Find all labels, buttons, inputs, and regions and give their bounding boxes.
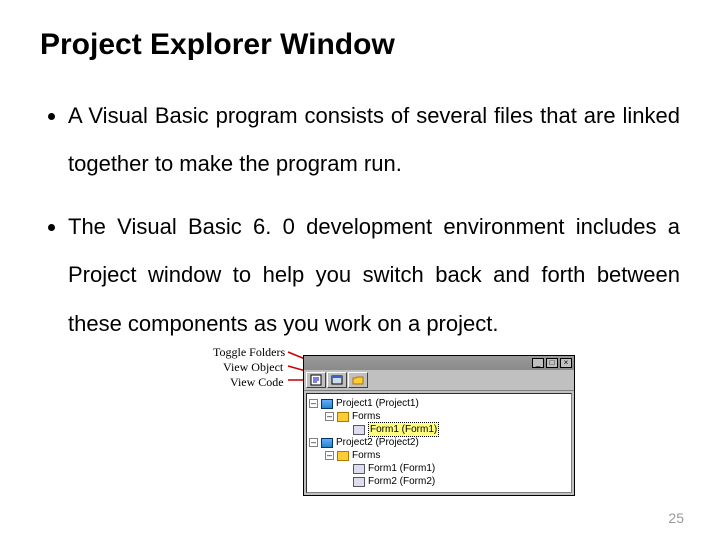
titlebar: _ □ × bbox=[304, 356, 574, 370]
expand-toggle[interactable]: – bbox=[309, 399, 318, 408]
tree-label: Forms bbox=[352, 449, 380, 462]
bullet-item: A Visual Basic program consists of sever… bbox=[68, 92, 680, 189]
tree-spacer bbox=[341, 425, 350, 434]
minimize-button[interactable]: _ bbox=[532, 358, 544, 368]
tree-label: Form1 (Form1) bbox=[368, 462, 435, 475]
project-explorer-figure: Toggle Folders View Object View Code _ □… bbox=[288, 340, 584, 520]
tree-folder-node[interactable]: – Forms bbox=[309, 449, 569, 462]
toolbar bbox=[304, 370, 574, 391]
folder-icon bbox=[337, 412, 349, 422]
expand-toggle[interactable]: – bbox=[309, 438, 318, 447]
project-icon bbox=[321, 438, 333, 448]
tree-project-node[interactable]: – Project2 (Project2) bbox=[309, 436, 569, 449]
toggle-folders-button[interactable] bbox=[348, 372, 368, 388]
tree-form-node[interactable]: Form1 (Form1) bbox=[309, 462, 569, 475]
label-view-object: View Object bbox=[223, 360, 283, 375]
bullet-list: A Visual Basic program consists of sever… bbox=[40, 92, 680, 348]
tree-project-node[interactable]: – Project1 (Project1) bbox=[309, 397, 569, 410]
expand-toggle[interactable]: – bbox=[325, 451, 334, 460]
bullet-item: The Visual Basic 6. 0 development enviro… bbox=[68, 203, 680, 348]
tree-form-node[interactable]: Form2 (Form2) bbox=[309, 475, 569, 488]
project-explorer-window: _ □ × – Project1 (Project1) bbox=[303, 355, 575, 496]
page-number: 25 bbox=[668, 510, 684, 526]
label-toggle-folders: Toggle Folders bbox=[213, 345, 285, 360]
form-icon bbox=[353, 477, 365, 487]
form-icon bbox=[353, 425, 365, 435]
folder-icon bbox=[337, 451, 349, 461]
tree-label: Project1 (Project1) bbox=[336, 397, 419, 410]
tree-view[interactable]: – Project1 (Project1) – Forms Form1 (For… bbox=[306, 393, 572, 493]
label-view-code: View Code bbox=[230, 375, 284, 390]
close-button[interactable]: × bbox=[560, 358, 572, 368]
project-icon bbox=[321, 399, 333, 409]
maximize-button[interactable]: □ bbox=[546, 358, 558, 368]
expand-toggle[interactable]: – bbox=[325, 412, 334, 421]
slide: Project Explorer Window A Visual Basic p… bbox=[0, 0, 720, 540]
view-code-button[interactable] bbox=[306, 372, 326, 388]
tree-label: Project2 (Project2) bbox=[336, 436, 419, 449]
tree-spacer bbox=[341, 477, 350, 486]
toggle-folders-icon bbox=[352, 374, 364, 386]
tree-form-node[interactable]: Form1 (Form1) bbox=[309, 423, 569, 436]
tree-spacer bbox=[341, 464, 350, 473]
view-object-button[interactable] bbox=[327, 372, 347, 388]
form-icon bbox=[353, 464, 365, 474]
tree-label-selected: Form1 (Form1) bbox=[368, 422, 439, 437]
tree-label: Form2 (Form2) bbox=[368, 475, 435, 488]
view-code-icon bbox=[310, 374, 322, 386]
view-object-icon bbox=[331, 374, 343, 386]
slide-title: Project Explorer Window bbox=[40, 28, 680, 62]
